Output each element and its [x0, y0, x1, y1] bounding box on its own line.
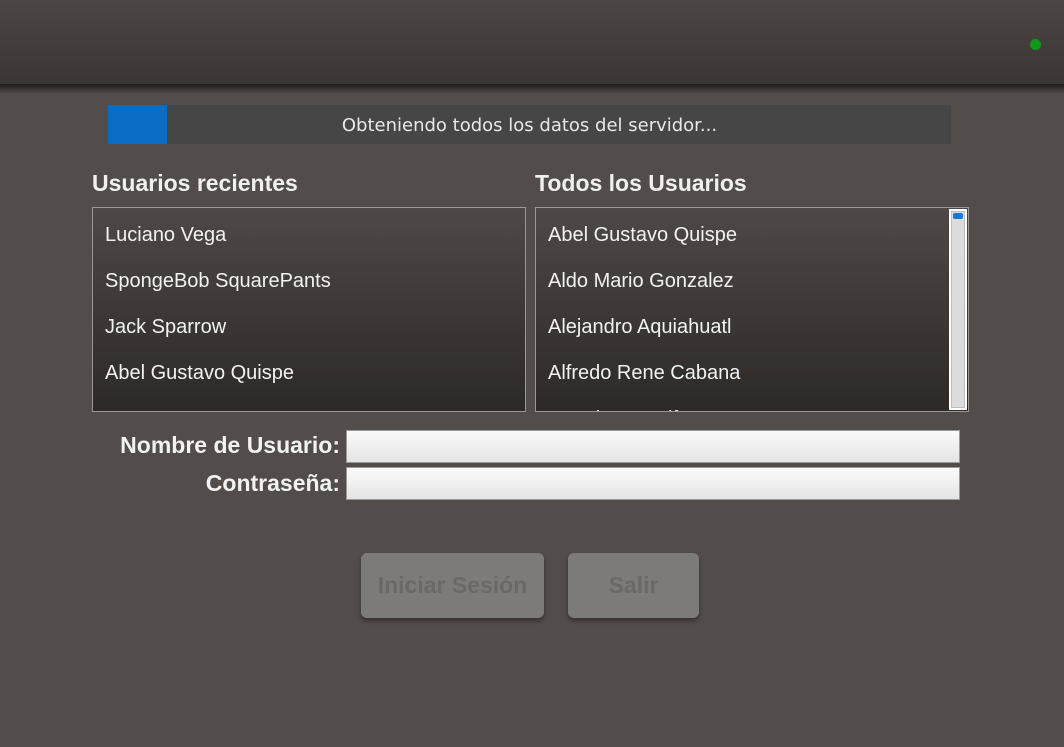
all-user-item[interactable]: Americo Arnulfo Zarate	[548, 396, 753, 411]
recent-users-list[interactable]: Luciano Vega SpongeBob SquarePants Jack …	[92, 207, 526, 412]
recent-user-item[interactable]: SpongeBob SquarePants	[105, 258, 331, 304]
all-users-scrollbar[interactable]	[949, 209, 967, 410]
recent-user-item[interactable]: Abel Gustavo Quispe	[105, 350, 331, 396]
password-label: Contraseña:	[205, 470, 340, 496]
title-bar	[0, 0, 1064, 84]
title-bar-shadow	[0, 84, 1064, 94]
recent-users-heading: Usuarios recientes	[92, 170, 298, 196]
all-users-list[interactable]: Abel Gustavo Quispe Aldo Mario Gonzalez …	[535, 207, 969, 412]
password-input[interactable]	[346, 467, 960, 500]
all-user-item[interactable]: Aldo Mario Gonzalez	[548, 258, 753, 304]
username-input[interactable]	[346, 430, 960, 463]
scrollbar-track[interactable]	[951, 211, 965, 408]
exit-button[interactable]: Salir	[568, 553, 699, 618]
all-user-item[interactable]: Alfredo Rene Cabana	[548, 350, 753, 396]
scrollbar-thumb[interactable]	[953, 213, 963, 219]
recent-user-item[interactable]: Jack Sparrow	[105, 304, 331, 350]
username-label: Nombre de Usuario:	[120, 432, 340, 458]
connection-status-indicator	[1030, 39, 1041, 50]
recent-user-item[interactable]: Luciano Vega	[105, 212, 331, 258]
login-button[interactable]: Iniciar Sesión	[361, 553, 544, 618]
progress-message: Obteniendo todos los datos del servidor.…	[341, 115, 718, 136]
all-user-item[interactable]: Abel Gustavo Quispe	[548, 212, 753, 258]
all-users-heading: Todos los Usuarios	[535, 170, 747, 196]
loading-progress-bar: Obteniendo todos los datos del servidor.…	[108, 105, 951, 144]
all-user-item[interactable]: Alejandro Aquiahuatl	[548, 304, 753, 350]
